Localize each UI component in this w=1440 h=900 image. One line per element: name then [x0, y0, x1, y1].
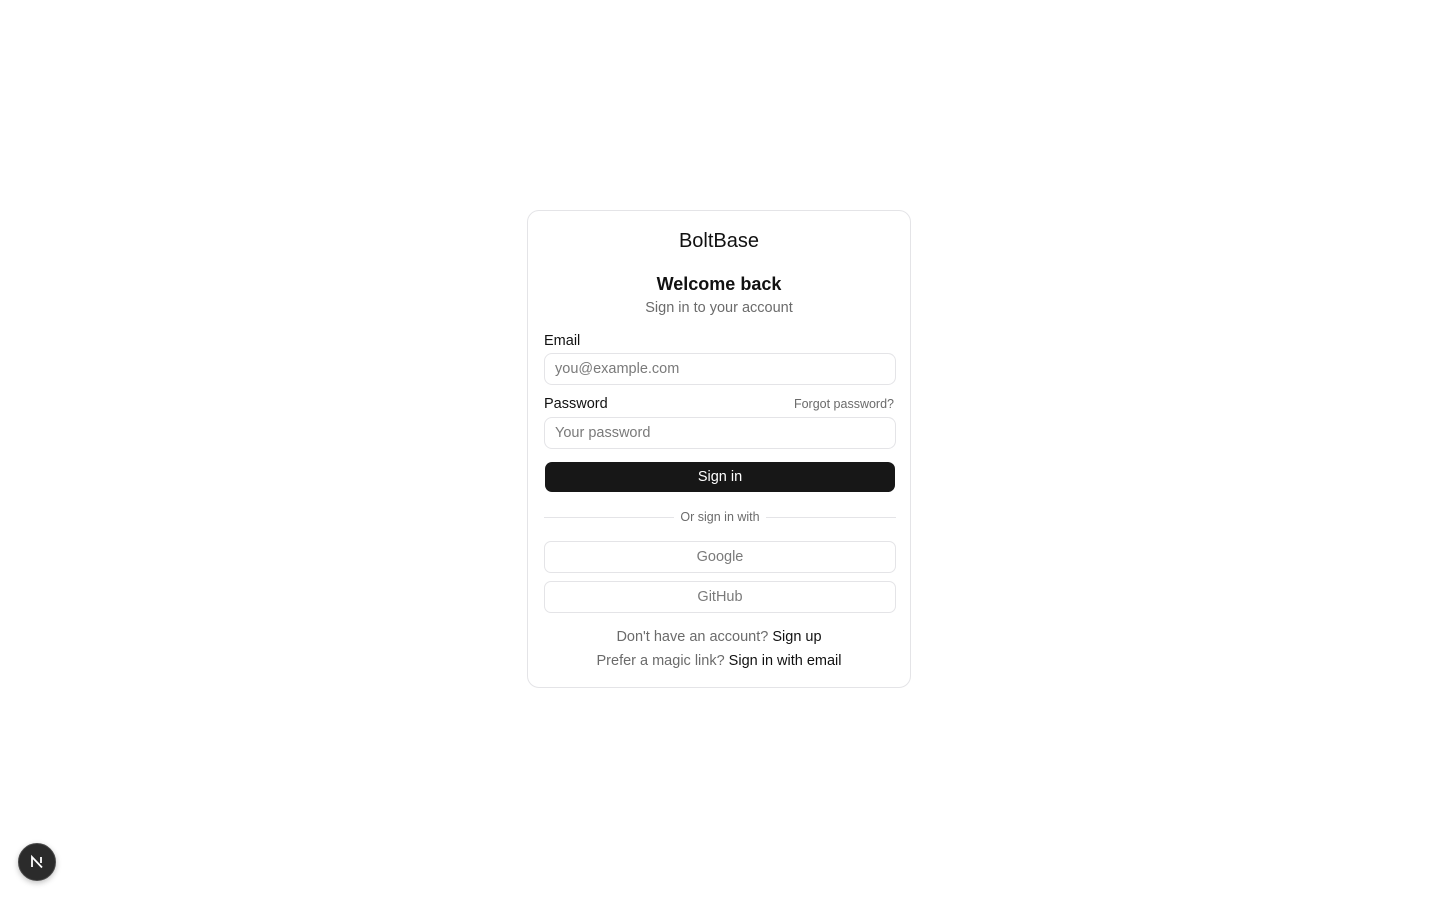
page-title: Welcome back [656, 274, 782, 294]
email-label: Email [544, 333, 581, 349]
magic-link-prompt-text: Prefer a magic link? [596, 653, 725, 669]
github-sign-in-button[interactable]: GitHub [544, 581, 896, 613]
sign-in-button[interactable]: Sign in [545, 462, 895, 492]
sign-in-card: BoltBase Welcome back Sign in to your ac… [527, 210, 911, 688]
divider-line-left [544, 516, 675, 518]
divider-text: Or sign in with [680, 510, 760, 524]
signup-prompt-text: Don't have an account? [616, 629, 769, 645]
oauth-divider: Or sign in with [544, 508, 897, 526]
forgot-password-link[interactable]: Forgot password? [794, 397, 894, 411]
divider-line-right [765, 516, 897, 518]
nextjs-logo-icon [31, 854, 43, 869]
nextjs-dev-tools-button[interactable] [18, 843, 56, 881]
magic-link-prompt-line: Prefer a magic link? Sign in with email [528, 653, 910, 669]
google-sign-in-button[interactable]: Google [544, 541, 896, 573]
password-field[interactable] [544, 417, 896, 449]
page-subtitle: Sign in to your account [645, 300, 793, 316]
email-field[interactable] [544, 353, 896, 385]
brand-name: BoltBase [678, 230, 760, 252]
password-label: Password [544, 396, 608, 412]
signup-prompt-line: Don't have an account? Sign up [528, 629, 910, 645]
sign-up-link[interactable]: Sign up [772, 629, 821, 645]
sign-in-with-email-link[interactable]: Sign in with email [729, 653, 842, 669]
